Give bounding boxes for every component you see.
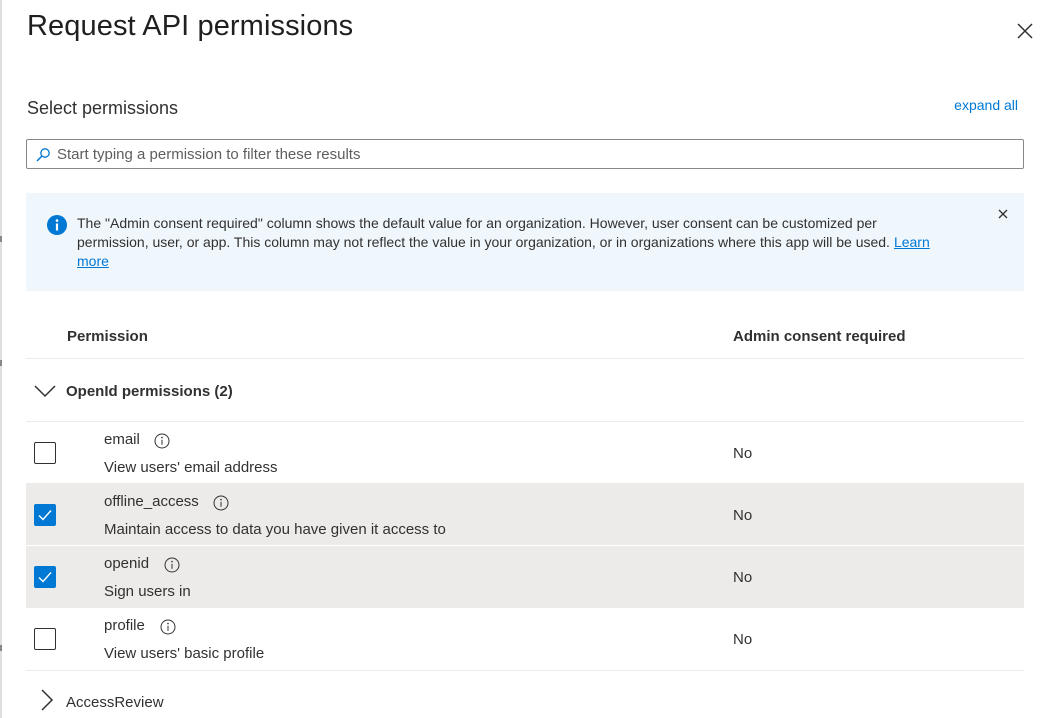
admin-consent-value: No	[733, 631, 753, 648]
permission-description: Maintain access to data you have given i…	[104, 521, 446, 538]
left-edge-marker	[0, 236, 2, 242]
group-access-review[interactable]: AccessReview	[26, 671, 1024, 718]
search-box[interactable]	[26, 139, 1024, 169]
permission-row-offline-access[interactable]: offline_access Maintain access to data y…	[26, 484, 1024, 546]
permission-description: View users' email address	[104, 459, 278, 476]
info-message-bar: The "Admin consent required" column show…	[26, 193, 1024, 291]
group-label: OpenId permissions (2)	[66, 383, 233, 400]
admin-consent-value: No	[733, 445, 753, 462]
info-icon	[47, 215, 67, 235]
permission-checkbox-email[interactable]	[34, 442, 56, 464]
column-header-permission[interactable]: Permission	[67, 328, 148, 345]
checkmark-icon	[38, 510, 52, 521]
expand-all-link[interactable]: expand all	[954, 97, 1018, 113]
info-circle-icon[interactable]	[160, 619, 176, 635]
permission-description: Sign users in	[104, 583, 191, 600]
permission-name: profile	[104, 617, 145, 634]
permission-name: openid	[104, 555, 150, 572]
search-icon	[36, 148, 50, 162]
permission-row-openid[interactable]: openid Sign users in No	[26, 546, 1024, 608]
page-title: Request API permissions	[27, 10, 354, 42]
group-openid-permissions[interactable]: OpenId permissions (2)	[26, 359, 1024, 421]
close-icon	[1017, 23, 1033, 39]
select-permissions-label: Select permissions	[27, 98, 179, 118]
checkmark-icon	[38, 572, 52, 583]
search-input[interactable]	[57, 140, 1017, 168]
info-message-text: The "Admin consent required" column show…	[77, 215, 890, 250]
group-label: AccessReview	[66, 694, 164, 711]
permission-name: email	[104, 431, 140, 448]
left-edge-marker	[0, 645, 2, 651]
admin-consent-value: No	[733, 569, 753, 586]
permission-row-profile[interactable]: profile View users' basic profile No	[26, 608, 1024, 670]
chevron-right-icon	[41, 689, 54, 711]
admin-consent-value: No	[733, 507, 753, 524]
info-circle-icon[interactable]	[213, 495, 229, 511]
permission-row-email[interactable]: email View users' email address No	[26, 422, 1024, 484]
left-border	[0, 0, 2, 718]
permission-description: View users' basic profile	[104, 645, 265, 662]
permission-checkbox-openid[interactable]	[34, 566, 56, 588]
dismiss-info-icon[interactable]	[996, 207, 1010, 221]
close-button[interactable]	[1012, 18, 1038, 44]
permission-name: offline_access	[104, 493, 199, 510]
permission-checkbox-profile[interactable]	[34, 628, 56, 650]
info-message: The "Admin consent required" column show…	[77, 214, 947, 271]
chevron-down-icon	[34, 385, 56, 398]
info-circle-icon[interactable]	[154, 433, 170, 449]
left-edge-marker	[0, 360, 2, 366]
permission-checkbox-offline-access[interactable]	[34, 504, 56, 526]
info-circle-icon[interactable]	[164, 557, 180, 573]
column-header-admin-consent[interactable]: Admin consent required	[733, 328, 906, 345]
